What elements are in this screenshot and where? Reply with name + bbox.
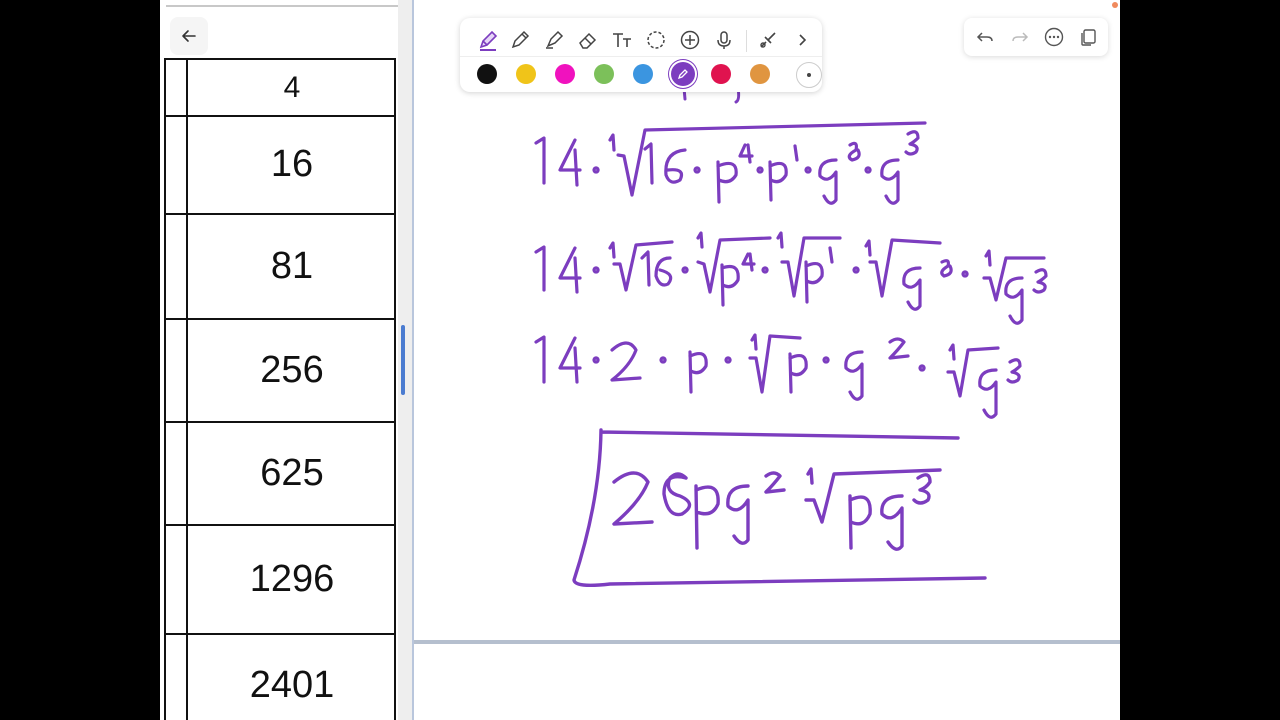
pages-icon	[1081, 29, 1096, 46]
math-line-3	[534, 333, 1022, 419]
redo-button[interactable]	[1007, 24, 1033, 50]
lasso-tool-button[interactable]	[642, 26, 670, 54]
pen-icon	[479, 30, 498, 51]
toolbar-divider	[460, 56, 822, 57]
notification-dot	[1112, 2, 1118, 8]
ink-stroke	[534, 121, 927, 205]
arrow-left-icon	[182, 30, 196, 42]
lasso-icon	[647, 31, 665, 49]
table-row: 625	[164, 423, 396, 526]
text-icon	[613, 33, 631, 47]
text-tool-button[interactable]	[608, 26, 636, 54]
table-cell: 16	[270, 142, 314, 185]
table-row: 256	[164, 320, 396, 423]
table-cell: 2401	[249, 663, 335, 706]
table-row: 1296	[164, 526, 396, 635]
ink-stroke	[534, 333, 1022, 419]
eraser-icon	[579, 32, 597, 49]
pencil-tool-button[interactable]	[506, 26, 534, 54]
highlighter-icon	[546, 30, 564, 49]
highlighter-tool-button[interactable]	[540, 26, 568, 54]
more-icon	[1044, 27, 1064, 47]
table-row: 4	[164, 58, 396, 117]
handwriting-layer	[534, 86, 1048, 588]
add-icon	[680, 30, 700, 50]
edit-color-icon	[677, 69, 688, 80]
math-line-1	[534, 121, 927, 205]
answer-box	[572, 428, 987, 588]
add-button[interactable]	[676, 26, 704, 54]
color-swatch-black[interactable]	[477, 64, 497, 84]
table-row: 81	[164, 215, 396, 320]
pane-splitter[interactable]	[398, 0, 412, 720]
redo-icon	[1012, 32, 1029, 42]
pencil-icon	[511, 30, 530, 49]
stroke-width-icon	[807, 73, 811, 77]
more-tools-icon	[760, 32, 776, 48]
table-cell: 81	[270, 245, 314, 287]
table-row: 16	[164, 115, 396, 215]
boxed-answer	[572, 428, 987, 588]
toolbar-separator	[746, 30, 747, 52]
splitter-handle[interactable]	[401, 325, 405, 395]
color-swatch-purple-selected[interactable]	[671, 62, 695, 86]
color-swatch-green[interactable]	[594, 64, 614, 84]
undo-icon	[976, 32, 993, 42]
pen-toolbar	[460, 18, 822, 92]
table-cell: 1296	[249, 558, 335, 600]
color-swatch-magenta[interactable]	[555, 64, 575, 84]
pen-tool-button[interactable]	[474, 26, 502, 54]
left-pane: 4 16 81 256 625 1296 2401	[160, 0, 398, 720]
eraser-tool-button[interactable]	[574, 26, 602, 54]
pages-button[interactable]	[1075, 24, 1101, 50]
ink-stroke	[534, 231, 1048, 325]
color-swatch-yellow[interactable]	[516, 64, 536, 84]
top-divider	[166, 5, 398, 7]
powers-table: 4 16 81 256 625 1296 2401	[160, 58, 398, 720]
table-cell: 625	[260, 452, 324, 494]
table-cell: 4	[283, 70, 301, 104]
table-row: 2401	[164, 635, 396, 720]
color-swatch-orange[interactable]	[750, 64, 770, 84]
color-swatch-blue[interactable]	[633, 64, 653, 84]
microphone-icon	[717, 31, 731, 49]
record-audio-button[interactable]	[710, 26, 738, 54]
ink-stroke	[612, 467, 942, 551]
more-tools-button[interactable]	[754, 26, 782, 54]
toolbar-next-button[interactable]	[788, 26, 816, 54]
document-toolbar	[964, 18, 1108, 56]
stroke-width-button[interactable]	[796, 62, 822, 88]
math-line-2	[534, 231, 1048, 325]
back-button[interactable]	[170, 17, 208, 55]
color-swatch-red[interactable]	[711, 64, 731, 84]
more-options-button[interactable]	[1041, 24, 1067, 50]
undo-button[interactable]	[972, 24, 998, 50]
chevron-right-icon	[799, 34, 807, 46]
table-cell: 256	[260, 349, 324, 391]
